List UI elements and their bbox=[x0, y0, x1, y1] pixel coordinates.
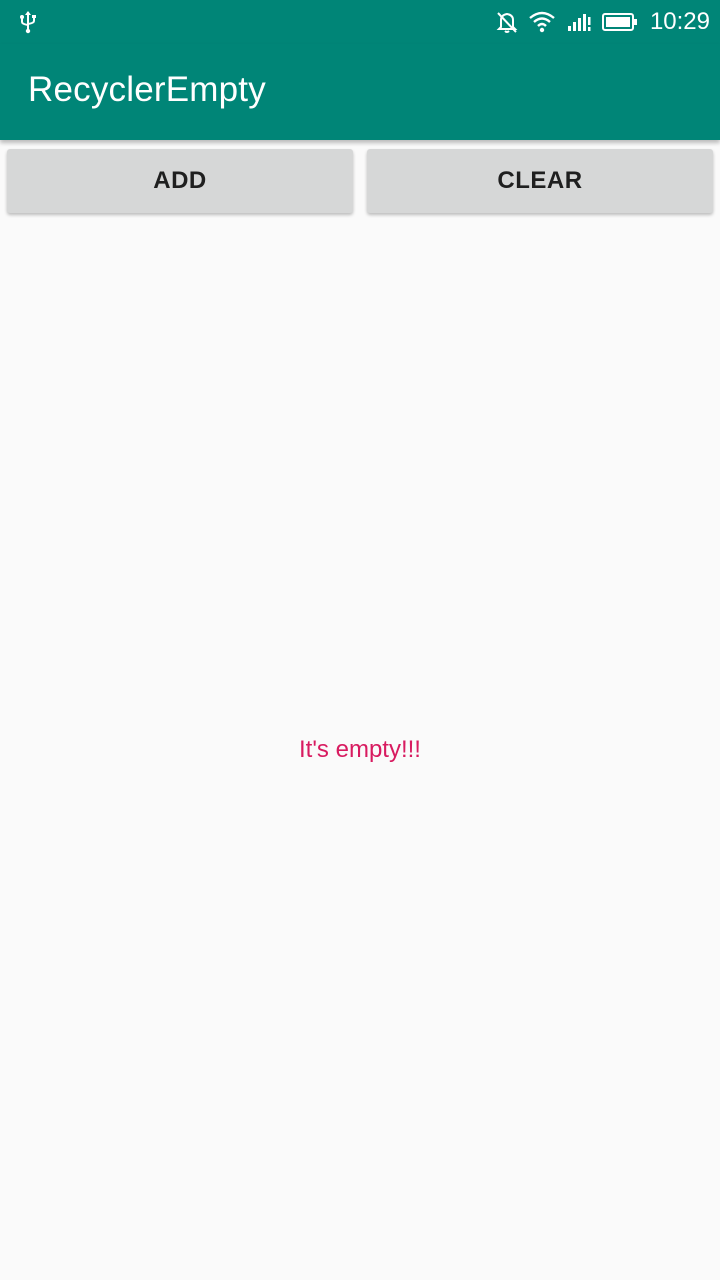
usb-icon bbox=[18, 10, 38, 34]
add-button[interactable]: ADD bbox=[7, 149, 353, 213]
battery-icon bbox=[601, 12, 638, 32]
status-clock: 10:29 bbox=[649, 8, 710, 35]
status-bar: 10:29 bbox=[0, 0, 720, 44]
app-bar: RecyclerEmpty bbox=[0, 44, 720, 140]
wifi-icon bbox=[528, 11, 556, 33]
clear-button[interactable]: CLEAR bbox=[367, 149, 713, 213]
empty-message: It's empty!!! bbox=[299, 736, 421, 763]
signal-icon bbox=[566, 11, 592, 33]
app-title: RecyclerEmpty bbox=[28, 70, 266, 109]
mute-icon bbox=[496, 10, 518, 34]
